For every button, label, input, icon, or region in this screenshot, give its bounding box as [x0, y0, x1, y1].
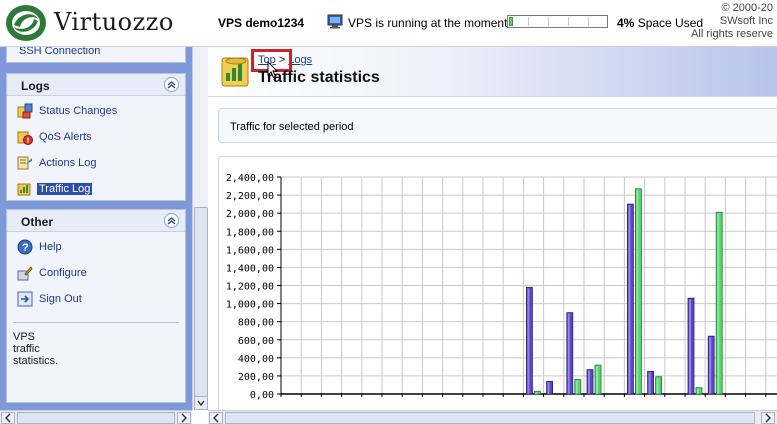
chart-bar-highlight — [636, 189, 639, 394]
chart-bar — [634, 188, 642, 395]
scrollbar-thumb[interactable] — [17, 412, 175, 424]
chart-bar-highlight — [547, 382, 550, 394]
chart-bar-highlight — [709, 337, 712, 394]
chart-bar-highlight — [656, 377, 659, 394]
monitor-icon — [327, 14, 343, 29]
period-box: Traffic for selected period — [218, 108, 777, 143]
chart-y-tick-label: 1,400,00 — [226, 263, 274, 274]
chart-bar-highlight — [527, 288, 530, 394]
sidebar-item-label: QoS Alerts — [39, 131, 92, 143]
chart-y-tick-label: 800,00 — [238, 318, 274, 329]
main-content: Top > Logs Traffic statistics Traffic fo… — [208, 47, 777, 410]
other-panel-header[interactable]: Other — [7, 210, 185, 232]
space-bar-segment — [568, 17, 569, 26]
actions-log-icon — [17, 155, 33, 171]
chart-y-tick-label: 2,400,00 — [226, 173, 274, 184]
space-usage-bar — [507, 15, 608, 28]
sidebar-item-label: Traffic Log — [37, 183, 93, 195]
chart-bar-highlight — [588, 370, 590, 394]
title-band: Top > Logs Traffic statistics — [208, 47, 777, 97]
chart-bar — [525, 286, 533, 395]
traffic-log-icon — [17, 181, 33, 197]
scroll-right-arrow-icon[interactable] — [761, 412, 775, 424]
configure-icon — [17, 265, 33, 281]
traffic-chart: 0,00 200,00 400,00 600,00 800,00 1,000,00 1,20… — [218, 156, 777, 410]
chart-y-tick-label: 1,000,00 — [226, 300, 274, 311]
chart-bar — [533, 390, 541, 395]
qos-alerts-icon — [17, 129, 33, 145]
space-usage-fill — [509, 17, 513, 26]
sidebar-item-label: Sign Out — [39, 293, 82, 305]
top-header: Virtuozzo VPS demo1234 VPS is running at… — [0, 0, 777, 47]
traffic-chart-svg: 0,00 200,00 400,00 600,00 800,00 1,000,00 1,20… — [226, 173, 777, 401]
divider — [13, 322, 179, 323]
chart-y-tick-label: 2,200,00 — [226, 191, 274, 202]
svg-text:?: ? — [22, 242, 29, 254]
sidebar-scrollbar[interactable] — [192, 47, 208, 410]
sidebar-horizontal-scrollbar[interactable] — [0, 410, 192, 424]
chart-y-tick-label: 1,200,00 — [226, 282, 274, 293]
chart-y-tick-label: 200,00 — [238, 372, 274, 383]
sidebar-item-label: Configure — [39, 267, 87, 279]
panel-title: Logs — [21, 79, 50, 93]
logs-panel-header[interactable]: Logs — [7, 74, 185, 96]
help-icon: ? — [17, 239, 33, 255]
sidebar-item-label: Help — [39, 241, 62, 253]
space-bar-segment — [528, 17, 529, 26]
scroll-down-arrow-icon[interactable] — [194, 396, 208, 410]
space-percent: 4% — [617, 16, 635, 30]
connections-panel: SSH Connection — [6, 47, 186, 63]
copyright: © 2000-20 SWsoft Inc All rights reserve — [683, 2, 773, 41]
scroll-right-arrow-icon[interactable] — [177, 412, 191, 424]
chart-bar-highlight — [628, 205, 631, 394]
sidebar-item-label: Actions Log — [39, 157, 97, 169]
chart-bar-highlight — [596, 366, 598, 394]
chart-y-tick-label: 0,00 — [250, 390, 274, 401]
copyright-line: © 2000-20 — [721, 2, 773, 14]
chart-y-tick-label: 2,000,00 — [226, 209, 274, 220]
other-panel: Other ? Help Configure Sign Out VPS traf — [6, 209, 186, 403]
sidebar-item-ssh-connection[interactable]: SSH Connection — [19, 47, 100, 57]
space-bar-segment — [588, 17, 589, 26]
chart-y-tick-label: 1,600,00 — [226, 245, 274, 256]
chart-bar-highlight — [575, 380, 578, 394]
panel-description: VPS traffic statistics. — [13, 331, 59, 367]
scrollbar-thumb[interactable] — [225, 412, 755, 424]
space-bar-segment — [548, 17, 549, 26]
collapse-up-icon[interactable] — [164, 77, 179, 92]
sidebar-item-label: Status Changes — [39, 105, 118, 117]
chart-bar — [626, 203, 634, 395]
sidebar: SSH Connection Logs Status Changes QoS A… — [0, 47, 192, 410]
mouse-cursor-icon — [267, 60, 279, 79]
scrollbar-thumb[interactable] — [194, 207, 208, 397]
chart-bar-highlight — [535, 392, 538, 394]
scroll-left-arrow-icon[interactable] — [1, 412, 15, 424]
collapse-up-icon[interactable] — [164, 213, 179, 228]
sign-out-icon — [17, 291, 33, 307]
traffic-statistics-icon — [219, 55, 253, 89]
logs-panel: Logs Status Changes QoS Alerts Actions L… — [6, 73, 186, 201]
status-changes-icon — [17, 103, 33, 119]
chart-bar-highlight — [697, 388, 699, 394]
chart-y-tick-label: 600,00 — [238, 336, 274, 347]
chart-bar-highlight — [567, 313, 570, 394]
period-label: Traffic for selected period — [230, 121, 354, 133]
virtuozzo-logo-icon — [4, 3, 48, 43]
logo-text: Virtuozzo — [54, 8, 174, 36]
chart-bar-highlight — [689, 299, 691, 394]
vps-status-text: VPS is running at the moment — [348, 16, 508, 30]
copyright-line: All rights reserve — [691, 28, 773, 40]
vps-name: VPS demo1234 — [218, 16, 305, 30]
sidebar-item-label: SSH Connection — [19, 47, 101, 57]
chart-bar-highlight — [648, 372, 651, 394]
main-horizontal-scrollbar[interactable] — [208, 410, 777, 424]
panel-title: Other — [21, 215, 54, 229]
copyright-line: SWsoft Inc — [719, 15, 773, 27]
chart-y-tick-label: 1,800,00 — [226, 227, 274, 238]
chart-bar-highlight — [717, 213, 720, 394]
scroll-left-arrow-icon[interactable] — [209, 412, 223, 424]
chart-y-tick-label: 400,00 — [238, 354, 274, 365]
